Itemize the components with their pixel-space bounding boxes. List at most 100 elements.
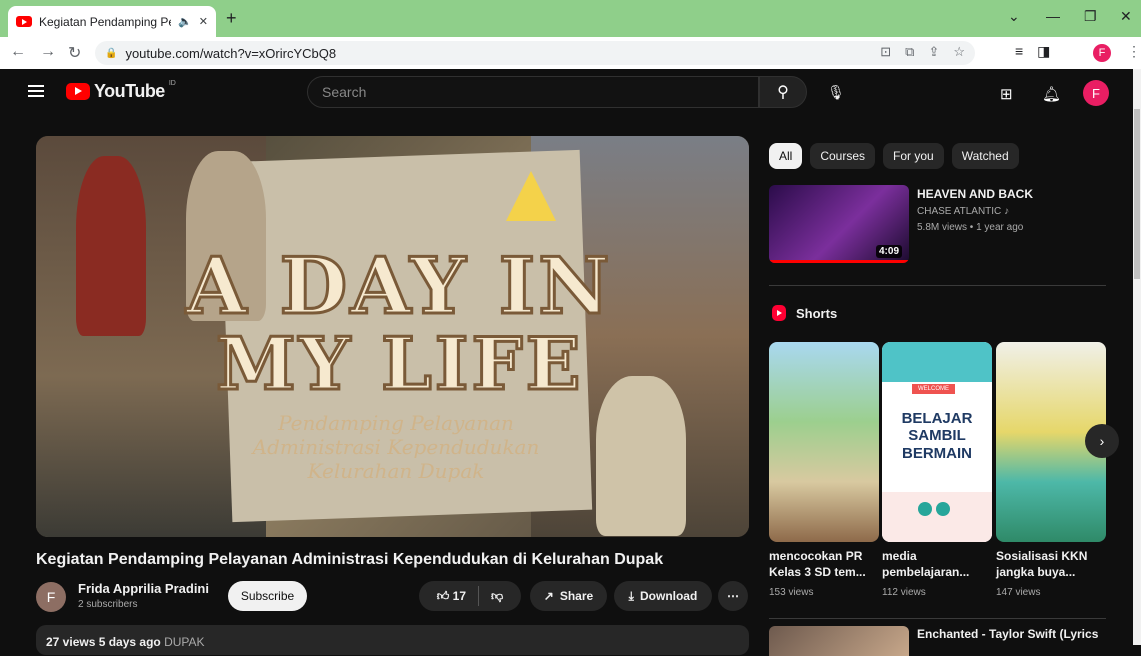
recommended-title[interactable]: Enchanted - Taylor Swift (Lyrics: [917, 627, 1098, 641]
minimize-button[interactable]: —: [1046, 8, 1060, 24]
download-button[interactable]: ⤓ Download: [614, 581, 712, 611]
thumbnail-subtitle: Pendamping Pelayanan Administrasi Kepend…: [252, 411, 540, 483]
share-label: Share: [559, 589, 594, 603]
subscriber-count: 2 subscribers: [78, 599, 138, 610]
address-bar[interactable]: 🔒 youtube.com/watch?v=xOrircYCbQ8 ⊡ ⧉ ⇪ …: [95, 41, 975, 65]
share-page-icon[interactable]: ⇪: [928, 44, 939, 60]
chrome-menu-icon[interactable]: ⋮: [1127, 43, 1141, 60]
filter-chips: All Courses For you Watched: [769, 143, 1019, 169]
microphone-icon: 🎙: [827, 83, 845, 100]
short-title[interactable]: Sosialisasi KKN jangka buya...: [996, 549, 1106, 580]
thumbs-down-icon: 👎︎: [491, 588, 504, 603]
video-person: [596, 376, 686, 536]
search-icon: ⚲: [777, 84, 789, 101]
browser-toolbar: ← → ↻ 🔒 youtube.com/watch?v=xOrircYCbQ8 …: [0, 37, 1141, 69]
close-window-button[interactable]: ✕: [1120, 8, 1132, 25]
shorts-heading: Shorts: [796, 305, 838, 321]
audio-icon[interactable]: 🔈: [178, 15, 192, 28]
tab-search-icon[interactable]: ⌄: [1008, 8, 1020, 25]
short-thumbnail[interactable]: WELCOME BELAJAR SAMBIL BERMAIN: [882, 342, 992, 542]
like-separator: [478, 586, 480, 606]
shorts-icon: [772, 305, 786, 321]
more-actions-button[interactable]: ⋯: [718, 581, 748, 611]
like-button[interactable]: 👍︎ 17: [437, 589, 466, 604]
dislike-button[interactable]: 👎︎: [491, 589, 503, 604]
voice-search-button[interactable]: 🎙: [820, 76, 852, 108]
recommended-video[interactable]: 4:09 HEAVEN AND BACK CHASE ATLANTIC ♪ 5.…: [769, 185, 1109, 265]
section-divider: [769, 285, 1106, 286]
reload-icon[interactable]: ↻: [68, 43, 81, 63]
youtube-favicon-icon: [16, 16, 32, 27]
short-overlay-text: BELAJAR SAMBIL BERMAIN: [901, 410, 973, 462]
like-count: 17: [452, 588, 467, 603]
download-icon: ⤓: [628, 588, 634, 603]
search-button[interactable]: ⚲: [759, 76, 807, 108]
restore-button[interactable]: ❐: [1084, 8, 1097, 25]
channel-avatar[interactable]: F: [36, 582, 66, 612]
scrollbar-thumb[interactable]: [1134, 109, 1140, 279]
bookmark-star-icon[interactable]: ☆: [953, 44, 965, 60]
reading-list-icon[interactable]: ≡: [1015, 43, 1023, 60]
thumbs-up-icon: 👍︎: [436, 588, 450, 603]
chevron-right-icon: ›: [1099, 433, 1105, 449]
description-box[interactable]: 27 views 5 days ago DUPAK: [36, 625, 749, 655]
short-title[interactable]: mencocokan PR Kelas 3 SD tem...: [769, 549, 879, 580]
new-tab-button[interactable]: +: [226, 8, 237, 29]
back-icon[interactable]: ←: [10, 43, 26, 61]
recommended-channel[interactable]: CHASE ATLANTIC ♪: [917, 206, 1009, 217]
logo-text: YouTube: [94, 81, 165, 101]
close-tab-icon[interactable]: ✕: [199, 15, 208, 28]
short-views: 147 views: [996, 587, 1041, 598]
browser-profile-avatar[interactable]: F: [1093, 44, 1111, 62]
browser-tabbar: Kegiatan Pendamping Pelaya 🔈 ✕ + ⌄ — ❐ ✕: [0, 0, 1141, 37]
page-scrollbar[interactable]: [1133, 69, 1141, 645]
youtube-header: YouTube ID Search ⚲ 🎙 ⊞ 🔔︎ F: [0, 69, 1133, 117]
subscribe-button[interactable]: Subscribe: [228, 581, 307, 611]
section-divider: [769, 618, 1106, 619]
forward-icon[interactable]: →: [40, 43, 56, 61]
short-badge: WELCOME: [912, 384, 956, 394]
chip-courses[interactable]: Courses: [810, 143, 876, 169]
create-icon[interactable]: ⊞: [1000, 85, 1013, 103]
video-title: Kegiatan Pendamping Pelayanan Administra…: [36, 551, 664, 568]
short-views: 112 views: [882, 587, 926, 598]
share-button[interactable]: ↗ Share: [530, 581, 607, 611]
hashtag[interactable]: DUPAK: [164, 635, 204, 649]
shorts-header: Shorts: [772, 305, 837, 321]
short-thumbnail[interactable]: [769, 342, 879, 542]
side-panel-icon[interactable]: ◨: [1037, 43, 1050, 60]
video-star-shape: [506, 171, 556, 221]
short-footer: [882, 492, 992, 542]
shorts-next-button[interactable]: ›: [1085, 424, 1119, 458]
video-duration: 4:09: [876, 245, 903, 258]
recommended-thumbnail[interactable]: [769, 626, 909, 656]
chip-watched[interactable]: Watched: [951, 143, 1019, 169]
translate-icon[interactable]: ⧉: [905, 44, 914, 60]
menu-icon[interactable]: [28, 85, 44, 97]
short-views: 153 views: [769, 587, 814, 598]
more-dots-icon: ⋯: [727, 589, 739, 603]
thumbnail-title-line2: MY LIFE: [214, 320, 584, 408]
search-input[interactable]: Search: [307, 76, 759, 108]
chip-for-you[interactable]: For you: [883, 143, 944, 169]
chip-all[interactable]: All: [769, 143, 803, 169]
video-player[interactable]: A DAY IN MY LIFE Pendamping Pelayanan Ad…: [36, 136, 749, 537]
short-arrows: [918, 502, 950, 516]
channel-name[interactable]: Frida Apprilia Pradini: [78, 581, 209, 596]
youtube-logo[interactable]: YouTube ID: [66, 80, 176, 102]
recommended-title[interactable]: HEAVEN AND BACK: [917, 187, 1033, 201]
account-avatar[interactable]: F: [1083, 80, 1109, 106]
browser-tab[interactable]: Kegiatan Pendamping Pelaya 🔈 ✕: [8, 6, 216, 37]
recommended-channel-name: CHASE ATLANTIC: [917, 206, 1002, 217]
install-app-icon[interactable]: ⊡: [880, 44, 891, 60]
country-code: ID: [168, 80, 176, 87]
short-banner: [882, 342, 992, 382]
short-title[interactable]: media pembelajaran...: [882, 549, 992, 580]
watch-progress-bar: [769, 260, 909, 263]
lock-icon[interactable]: 🔒: [105, 48, 117, 59]
download-label: Download: [639, 589, 698, 603]
views-date: 27 views 5 days ago: [46, 635, 161, 649]
recommended-meta: 5.8M views • 1 year ago: [917, 222, 1024, 233]
video-person: [76, 156, 146, 336]
notifications-bell-icon[interactable]: 🔔︎: [1042, 85, 1061, 103]
